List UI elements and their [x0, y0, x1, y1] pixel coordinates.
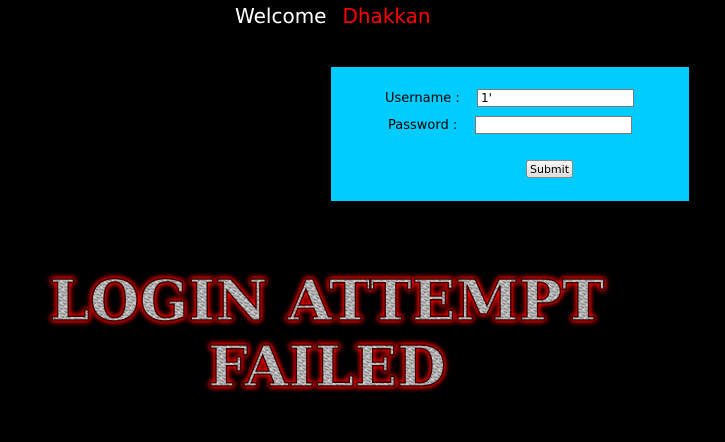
page: Welcome Dhakkan Username : Password : Sub… [0, 0, 725, 442]
failed-line-1: LOGIN ATTEMPT [50, 268, 605, 334]
welcome-banner: Welcome Dhakkan [235, 4, 431, 28]
login-failed-image: LOGIN ATTEMPT FAILED [49, 267, 606, 398]
password-field[interactable] [475, 116, 632, 134]
username-label: Username : [385, 91, 460, 106]
login-form: Username : Password : Submit [331, 67, 689, 201]
user-name: Dhakkan [342, 4, 431, 28]
failed-line-2: FAILED [208, 334, 446, 398]
welcome-label: Welcome [235, 4, 327, 28]
submit-button[interactable]: Submit [526, 160, 574, 178]
username-field[interactable] [477, 89, 634, 107]
password-label: Password : [388, 118, 458, 133]
